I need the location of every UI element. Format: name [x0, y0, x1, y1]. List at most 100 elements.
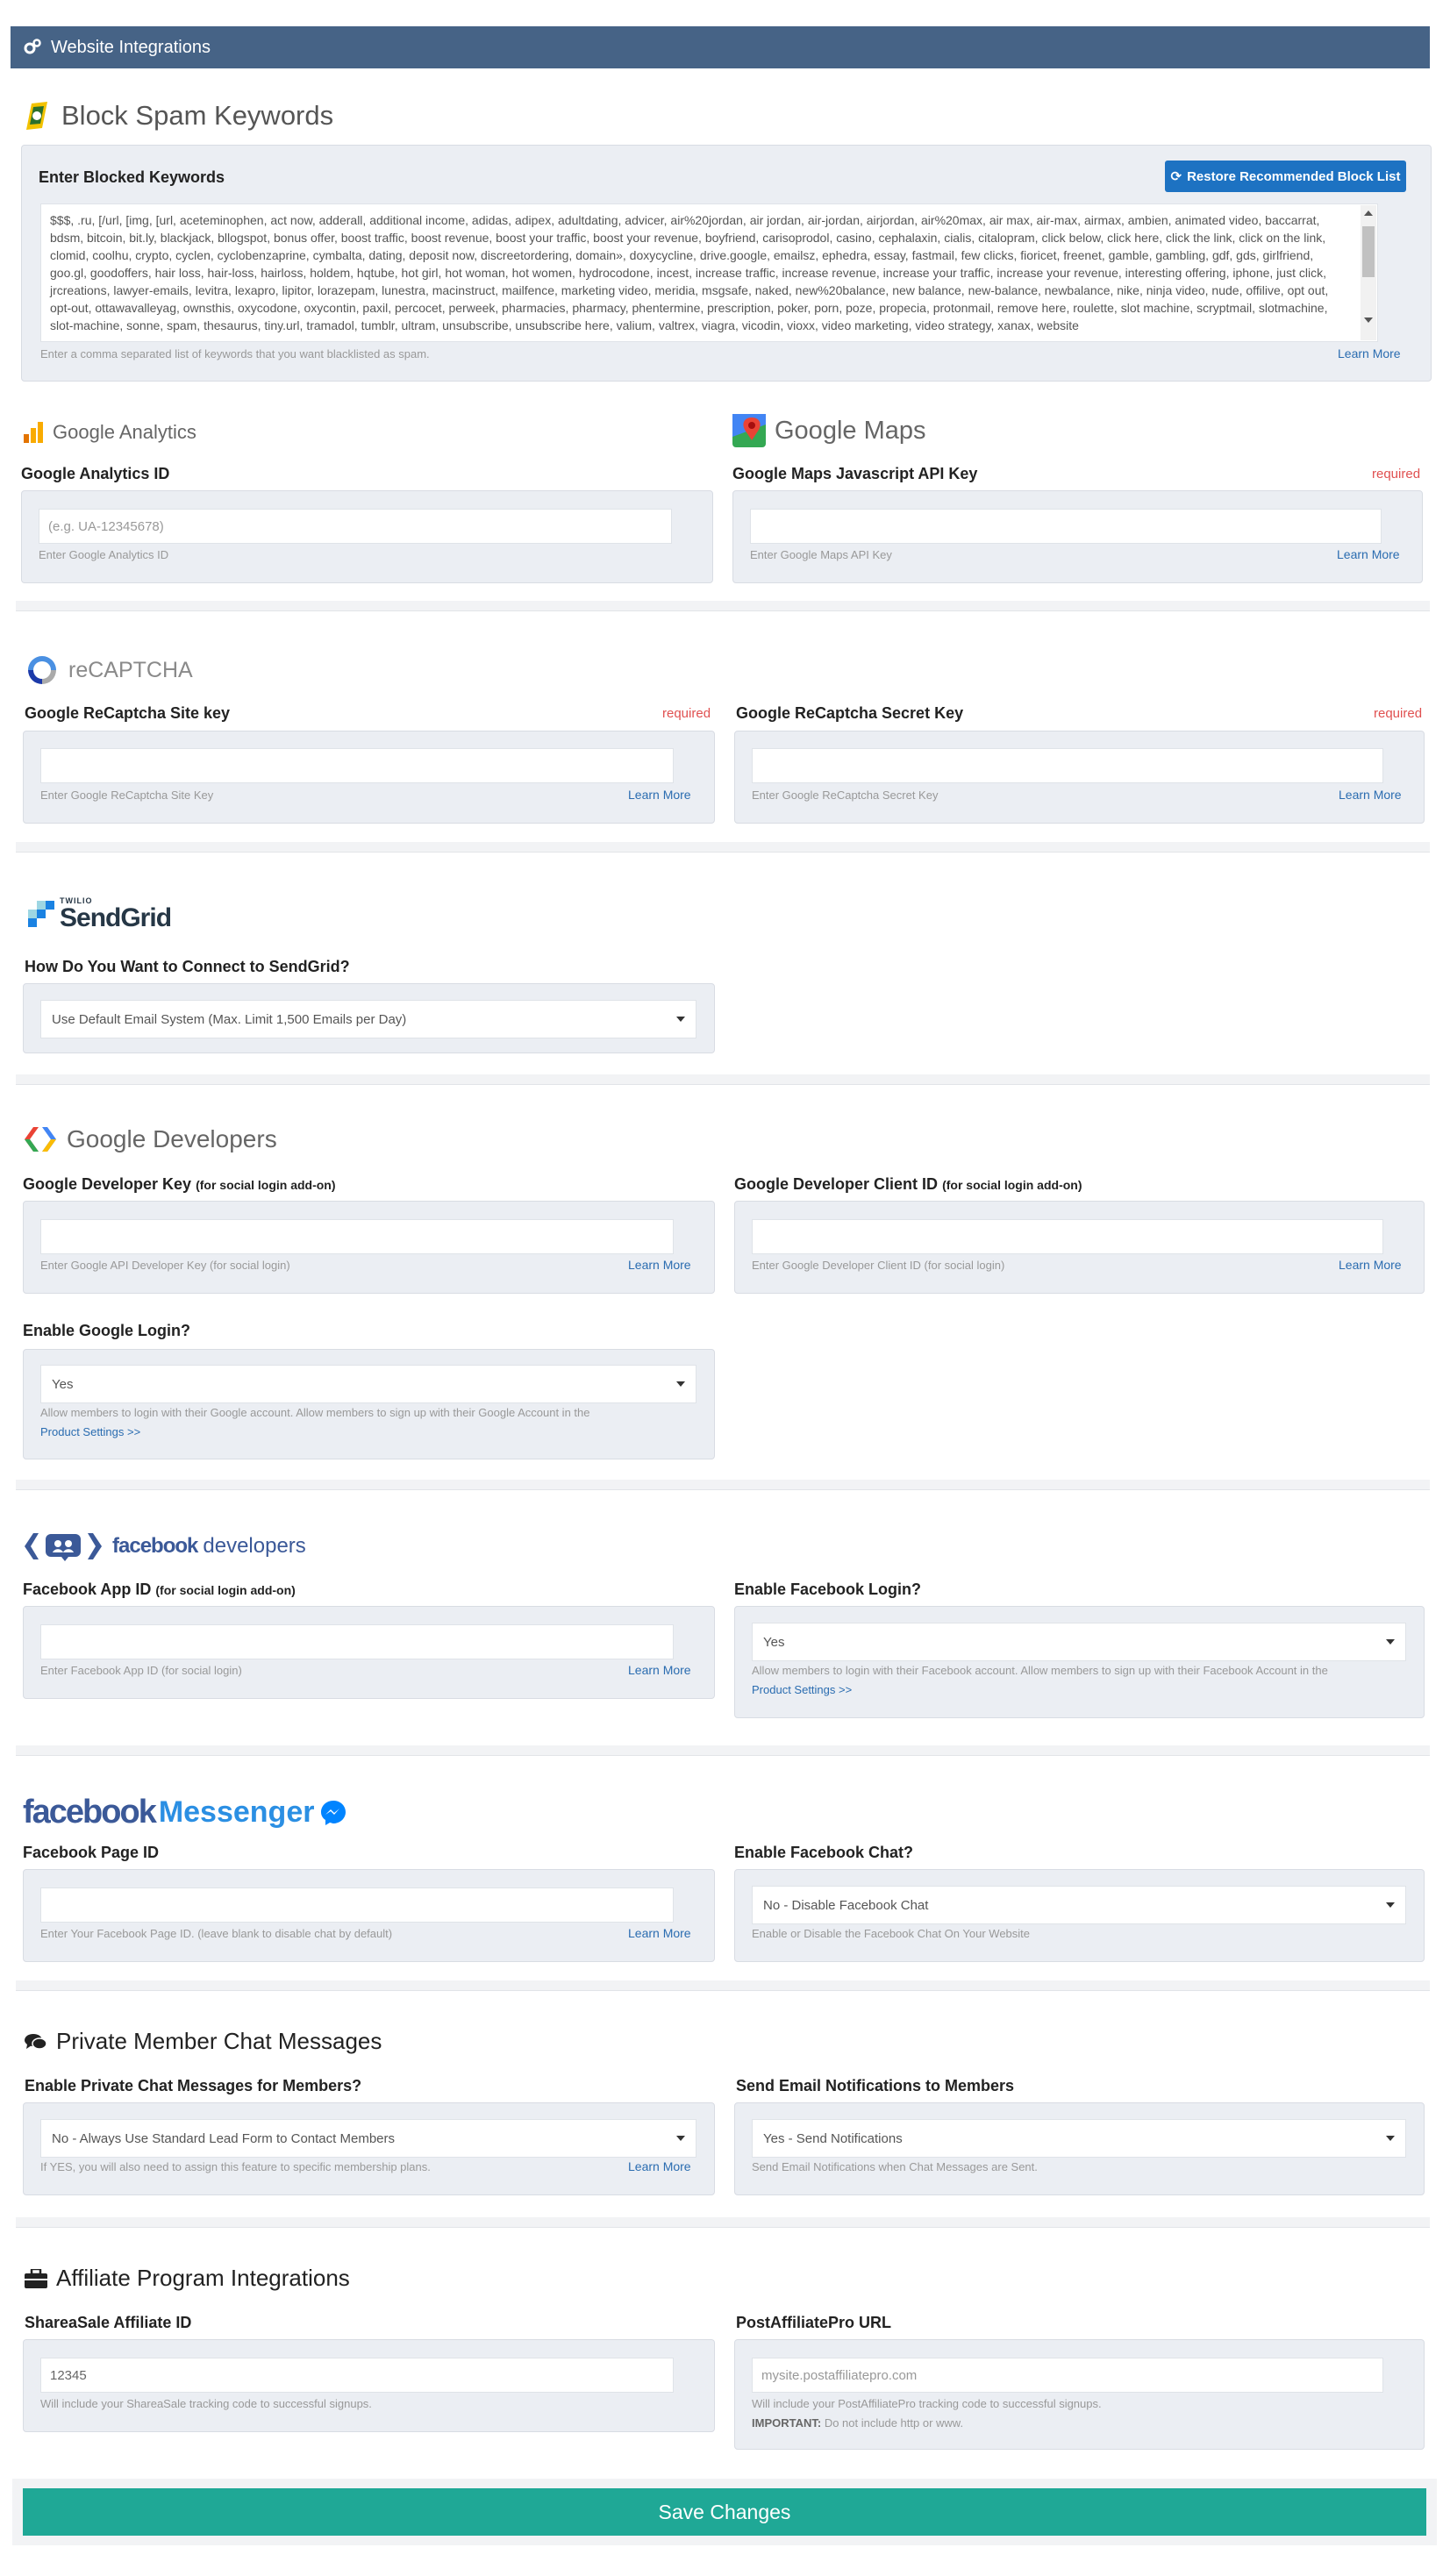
google-login-selected: Yes — [52, 1376, 74, 1392]
header-title: Website Integrations — [51, 37, 211, 57]
maps-required: required — [1372, 467, 1421, 482]
recaptcha-secret-key-input[interactable] — [752, 748, 1383, 783]
google-dev-client-input[interactable] — [752, 1219, 1383, 1254]
analytics-id-label: Google Analytics ID — [21, 465, 170, 482]
textarea-scrollbar[interactable] — [1361, 205, 1376, 340]
analytics-id-input[interactable]: (e.g. UA-12345678) — [39, 509, 672, 544]
blocked-keywords-label: Enter Blocked Keywords — [39, 168, 225, 186]
fb-login-label: Enable Facebook Login? — [734, 1581, 922, 1598]
maps-learn-more[interactable]: Learn More — [1337, 547, 1400, 561]
recaptcha-logo: reCAPTCHA — [25, 653, 193, 688]
analytics-logo-text: Google Analytics — [53, 421, 196, 443]
keywords-text: $$$, .ru, [/url, [img, [url, aceteminoph… — [50, 213, 1329, 332]
spam-section-title: Block Spam Keywords — [21, 98, 333, 133]
postaffiliatepro-url-label: PostAffiliatePro URL — [736, 2314, 892, 2331]
fb-dev-logo-word2: developers — [203, 1534, 306, 1558]
private-chat-notify-selected: Yes - Send Notifications — [763, 2130, 903, 2146]
caret-down-icon — [1386, 1902, 1395, 1908]
google-developers-icon — [25, 1127, 56, 1152]
fb-app-learn-more[interactable]: Learn More — [628, 1663, 691, 1677]
maps-help: Enter Google Maps API Key — [750, 548, 892, 561]
google-dev-key-learn-more[interactable]: Learn More — [628, 1258, 691, 1272]
fb-app-help: Enter Facebook App ID (for social login) — [40, 1664, 242, 1677]
recaptcha-site-help: Enter Google ReCaptcha Site Key — [40, 788, 214, 802]
fb-app-id-label: Facebook App ID (for social login add-on… — [23, 1581, 296, 1598]
maps-logo-text: Google Maps — [775, 416, 926, 445]
google-dev-key-input[interactable] — [40, 1219, 674, 1254]
sendgrid-selected: Use Default Email System (Max. Limit 1,5… — [52, 1011, 407, 1027]
spam-title: Block Spam Keywords — [61, 100, 334, 131]
google-product-settings-link[interactable]: Product Settings >> — [40, 1425, 140, 1438]
recaptcha-site-required: required — [662, 706, 711, 721]
private-chat-notify-select[interactable]: Yes - Send Notifications — [752, 2119, 1406, 2158]
google-dev-key-label: Google Developer Key (for social login a… — [23, 1175, 336, 1193]
briefcase-icon — [25, 2268, 47, 2288]
scroll-thumb[interactable] — [1362, 226, 1375, 277]
analytics-help: Enter Google Analytics ID — [39, 548, 169, 561]
fb-login-select[interactable]: Yes — [752, 1623, 1406, 1661]
fb-chat-help: Enable or Disable the Facebook Chat On Y… — [752, 1927, 1031, 1940]
private-chat-enable-help: If YES, you will also need to assign thi… — [40, 2160, 431, 2173]
google-dev-client-learn-more[interactable]: Learn More — [1339, 1258, 1402, 1272]
recaptcha-site-key-input[interactable] — [40, 748, 674, 783]
private-chat-enable-label: Enable Private Chat Messages for Members… — [25, 2077, 362, 2094]
private-chat-title: Private Member Chat Messages — [56, 2028, 382, 2054]
fb-messenger-word1: facebook — [23, 1794, 157, 1830]
private-chat-enable-selected: No - Always Use Standard Lead Form to Co… — [52, 2130, 395, 2146]
affiliate-title-row: Affiliate Program Integrations — [25, 2265, 350, 2292]
fb-page-id-input[interactable] — [40, 1887, 674, 1923]
divider — [16, 601, 1430, 611]
google-dev-key-label-note: (for social login add-on) — [196, 1178, 336, 1192]
recaptcha-site-key-label: Google ReCaptcha Site key — [25, 704, 231, 722]
blocked-keywords-textarea[interactable]: $$$, .ru, [/url, [img, [url, aceteminoph… — [40, 203, 1378, 342]
sendgrid-logo-text: SendGrid — [60, 903, 172, 932]
spam-learn-more[interactable]: Learn More — [1338, 346, 1401, 360]
analytics-logo: Google Analytics — [23, 421, 196, 444]
fb-dev-logo: facebook developers — [23, 1531, 306, 1561]
recaptcha-logo-text: reCAPTCHA — [68, 657, 193, 682]
affiliate-title: Affiliate Program Integrations — [56, 2265, 350, 2291]
private-chat-notify-help: Send Email Notifications when Chat Messa… — [752, 2160, 1038, 2173]
recaptcha-icon — [28, 656, 56, 684]
recaptcha-secret-help: Enter Google ReCaptcha Secret Key — [752, 788, 939, 802]
recaptcha-secret-required: required — [1374, 706, 1423, 721]
sendgrid-connect-select[interactable]: Use Default Email System (Max. Limit 1,5… — [40, 1000, 696, 1038]
fb-page-learn-more[interactable]: Learn More — [628, 1926, 691, 1940]
google-dev-logo-text: Google Developers — [67, 1125, 277, 1152]
chat-bubbles-icon — [25, 2033, 47, 2050]
maps-api-key-input[interactable] — [750, 509, 1382, 544]
spam-block-icon — [26, 102, 47, 130]
sendgrid-logo: TWILIO SendGrid — [28, 896, 172, 932]
sharesale-help: Will include your ShareaSale tracking co… — [40, 2397, 372, 2410]
fb-page-id-label: Facebook Page ID — [23, 1844, 160, 1861]
caret-down-icon — [1386, 1639, 1395, 1645]
scroll-down-icon[interactable] — [1364, 318, 1373, 323]
recaptcha-secret-learn-more[interactable]: Learn More — [1339, 788, 1402, 802]
restore-block-list-button[interactable]: ⟳ Restore Recommended Block List — [1165, 161, 1406, 192]
maps-logo: Google Maps — [732, 414, 926, 447]
fb-app-id-input[interactable] — [40, 1624, 674, 1659]
divider — [16, 842, 1430, 853]
caret-down-icon — [676, 1017, 685, 1022]
spam-help: Enter a comma separated list of keywords… — [40, 347, 430, 360]
google-login-help: Allow members to login with their Google… — [40, 1406, 590, 1438]
private-chat-enable-select[interactable]: No - Always Use Standard Lead Form to Co… — [40, 2119, 696, 2158]
fb-page-help: Enter Your Facebook Page ID. (leave blan… — [40, 1927, 393, 1940]
google-dev-key-help: Enter Google API Developer Key (for soci… — [40, 1259, 290, 1272]
scroll-up-icon[interactable] — [1364, 211, 1373, 216]
google-dev-logo: Google Developers — [23, 1125, 277, 1153]
divider — [16, 1745, 1430, 1756]
google-login-label: Enable Google Login? — [23, 1322, 190, 1339]
divider — [16, 1074, 1430, 1085]
save-changes-button[interactable]: Save Changes — [23, 2488, 1426, 2536]
postaffiliatepro-url-input[interactable]: mysite.postaffiliatepro.com — [752, 2358, 1383, 2393]
sharesale-id-input[interactable]: 12345 — [40, 2358, 674, 2393]
fb-app-id-label-note: (for social login add-on) — [155, 1583, 296, 1597]
fb-chat-select[interactable]: No - Disable Facebook Chat — [752, 1886, 1406, 1924]
google-login-select[interactable]: Yes — [40, 1365, 696, 1403]
recaptcha-site-learn-more[interactable]: Learn More — [628, 788, 691, 802]
gears-icon — [24, 39, 41, 54]
fb-product-settings-link[interactable]: Product Settings >> — [752, 1683, 852, 1696]
postaffiliatepro-help: Will include your PostAffiliatePro track… — [752, 2397, 1102, 2430]
private-chat-learn-more[interactable]: Learn More — [628, 2159, 691, 2173]
